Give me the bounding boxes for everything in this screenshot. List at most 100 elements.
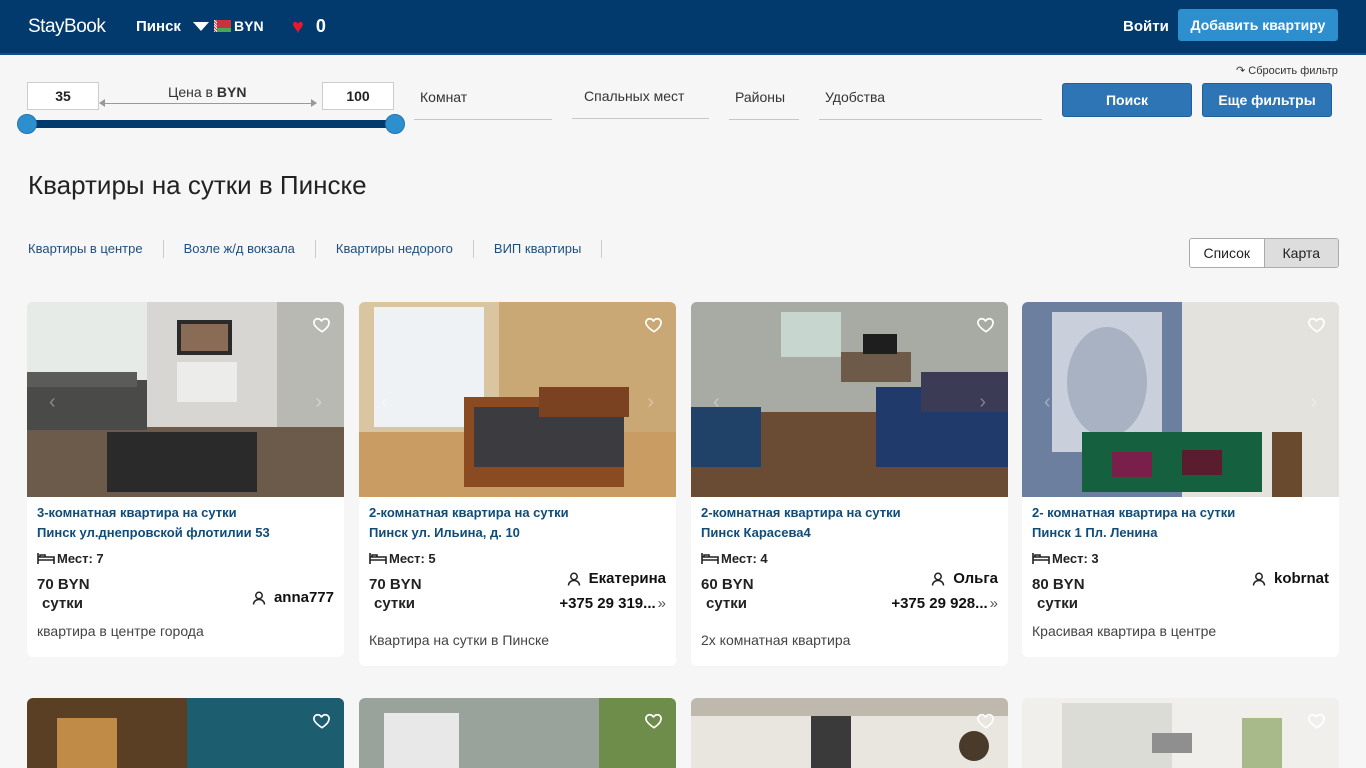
listing-address[interactable]: Пинск 1 Пл. Ленина	[1032, 523, 1329, 543]
listing-card[interactable]: ‹ › 2- комнатная квартира на сутки Пинск…	[1022, 302, 1339, 657]
favorite-heart-icon[interactable]	[1307, 315, 1327, 335]
listing-description: Квартира на сутки в Пинске	[369, 632, 550, 648]
listing-photo[interactable]: ‹ ›	[691, 302, 1008, 497]
places-count: Мест: 4	[721, 550, 768, 566]
places-info: Мест: 4	[701, 547, 998, 569]
prev-photo-icon[interactable]: ‹	[713, 391, 720, 414]
owner-name: kobrnat	[1273, 570, 1329, 587]
next-photo-icon[interactable]: ›	[1310, 391, 1317, 414]
favorite-heart-icon[interactable]	[976, 711, 996, 731]
places-info: Мест: 7	[37, 547, 334, 569]
chevron-down-icon	[192, 22, 209, 31]
price-max-input[interactable]: 100	[322, 82, 394, 110]
map-view-button[interactable]: Карта	[1263, 239, 1338, 267]
search-button[interactable]: Поиск	[1062, 83, 1192, 117]
favorite-heart-icon[interactable]	[644, 315, 664, 335]
next-photo-icon[interactable]: ›	[979, 391, 986, 414]
listing-photo	[359, 698, 676, 768]
listing-title[interactable]: 2- комнатная квартира на сутки	[1032, 503, 1329, 523]
favorite-heart-icon[interactable]	[1307, 711, 1327, 731]
listing-address[interactable]: Пинск ул. Ильина, д. 10	[369, 523, 666, 543]
listing-card[interactable]: ‹ › 2-комнатная квартира на сутки Пинск …	[691, 302, 1008, 666]
price-label: Цена в BYN	[168, 84, 246, 100]
prev-photo-icon[interactable]: ‹	[49, 391, 56, 414]
view-toggle: Список Карта	[1189, 238, 1339, 268]
owner-name: Екатерина	[588, 570, 666, 587]
places-info: Мест: 3	[1032, 547, 1329, 569]
price-min-input[interactable]: 35	[27, 82, 99, 110]
favorite-heart-icon[interactable]	[644, 711, 664, 731]
sleeping-places-dropdown[interactable]: Спальных мест	[572, 88, 709, 119]
price-range-arrow	[99, 99, 317, 107]
double-chevron-right-icon: »	[989, 595, 998, 612]
phone-button[interactable]: +375 29 319... »	[559, 595, 666, 612]
favorites-count: 0	[315, 16, 326, 36]
phone-number: +375 29 928...	[891, 595, 988, 612]
price-label-currency: BYN	[216, 84, 247, 100]
user-icon	[931, 572, 945, 586]
listing-card[interactable]	[1022, 698, 1339, 768]
more-filters-button[interactable]: Еще фильтры	[1202, 83, 1332, 117]
site-logo[interactable]: StayBook	[28, 16, 106, 38]
price-slider-max-handle[interactable]	[385, 114, 405, 134]
login-link[interactable]: Войти	[1123, 18, 1169, 35]
favorites-button[interactable]: ♥ 0	[292, 16, 326, 37]
reset-filter-link[interactable]: ↷ Сбросить фильтр	[1236, 64, 1338, 77]
places-count: Мест: 7	[57, 550, 104, 566]
price-slider-track[interactable]	[27, 120, 395, 128]
quick-link-center[interactable]: Квартиры в центре	[28, 240, 164, 258]
prev-photo-icon[interactable]: ‹	[1044, 391, 1051, 414]
owner-info[interactable]: Ольга	[931, 570, 998, 587]
currency-label: BYN	[234, 18, 264, 34]
listing-photo[interactable]: ‹ ›	[27, 302, 344, 497]
currency-selector[interactable]: BYN	[214, 18, 264, 34]
listing-card[interactable]: ‹ › 2-комнатная квартира на сутки Пинск …	[359, 302, 676, 666]
amenities-dropdown[interactable]: Удобства	[819, 89, 1042, 120]
listing-address[interactable]: Пинск Карасева4	[701, 523, 998, 543]
listing-title[interactable]: 3-комнатная квартира на сутки	[37, 503, 334, 523]
listing-address[interactable]: Пинск ул.днепровской флотилии 53	[37, 523, 334, 543]
add-apartment-button[interactable]: Добавить квартиру	[1178, 9, 1338, 41]
city-label: Пинск	[136, 18, 181, 35]
owner-info[interactable]: Екатерина	[567, 570, 666, 587]
double-chevron-right-icon: »	[657, 595, 666, 612]
next-photo-icon[interactable]: ›	[647, 391, 654, 414]
user-icon	[252, 591, 266, 605]
living-room-photo	[27, 302, 344, 497]
listing-title[interactable]: 2-комнатная квартира на сутки	[701, 503, 998, 523]
districts-dropdown[interactable]: Районы	[729, 89, 799, 120]
listing-title[interactable]: 2-комнатная квартира на сутки	[369, 503, 666, 523]
listing-photo	[1022, 698, 1339, 768]
listing-photo[interactable]: ‹ ›	[359, 302, 676, 497]
owner-name: Ольга	[953, 570, 998, 587]
favorite-heart-icon[interactable]	[312, 711, 332, 731]
listing-card[interactable]	[359, 698, 676, 768]
user-icon	[1252, 572, 1266, 586]
owner-info[interactable]: kobrnat	[1252, 570, 1329, 587]
listing-photo[interactable]: ‹ ›	[1022, 302, 1339, 497]
rooms-dropdown[interactable]: Комнат	[414, 89, 552, 120]
listing-card[interactable]	[691, 698, 1008, 768]
city-selector[interactable]: Пинск	[136, 18, 209, 35]
bed-icon	[37, 553, 55, 564]
quick-link-station[interactable]: Возле ж/д вокзала	[164, 240, 316, 258]
phone-button[interactable]: +375 29 928... »	[891, 595, 998, 612]
listing-card[interactable]: ‹ › 3-комнатная квартира на сутки Пинск …	[27, 302, 344, 657]
list-view-button[interactable]: Список	[1190, 239, 1264, 267]
quick-link-vip[interactable]: ВИП квартиры	[474, 240, 603, 258]
quick-links: Квартиры в центре Возле ж/д вокзала Квар…	[28, 240, 603, 258]
prev-photo-icon[interactable]: ‹	[381, 391, 388, 414]
heart-icon: ♥	[292, 15, 304, 38]
quick-link-cheap[interactable]: Квартиры недорого	[316, 240, 474, 258]
living-room-sofa-photo	[691, 302, 1008, 497]
favorite-heart-icon[interactable]	[312, 315, 332, 335]
owner-info[interactable]: anna777	[252, 589, 334, 606]
bedroom-photo	[359, 302, 676, 497]
price-slider-min-handle[interactable]	[17, 114, 37, 134]
listing-card[interactable]	[27, 698, 344, 768]
listing-description: 2х комнатная квартира	[701, 632, 851, 648]
next-photo-icon[interactable]: ›	[315, 391, 322, 414]
bed-icon	[701, 553, 719, 564]
favorite-heart-icon[interactable]	[976, 315, 996, 335]
places-count: Мест: 5	[389, 550, 436, 566]
